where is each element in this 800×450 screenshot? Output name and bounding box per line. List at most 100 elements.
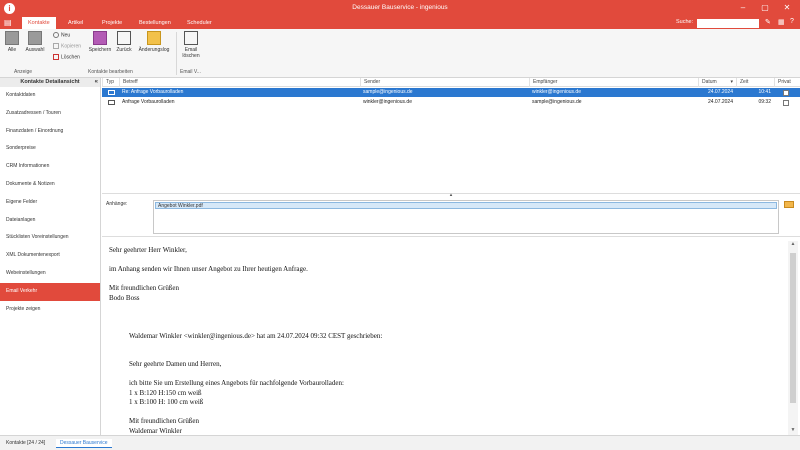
sidebar-item-finanzdaten[interactable]: Finanzdaten / Einordnung <box>0 123 100 141</box>
sidebar-item-eigene-felder[interactable]: Eigene Felder <box>0 194 100 212</box>
quote-header: Waldemar Winkler <winkler@ingenious.de> … <box>129 331 383 340</box>
window-title: Dessauer Bauservice - ingenious <box>352 4 448 11</box>
email-row[interactable]: Anfrage Vorbaurolladen winkler@ingenious… <box>102 98 800 107</box>
email-row[interactable]: Re: Anfrage Vorbaurolladen sample@ingeni… <box>102 88 800 97</box>
sidebar-item-crm[interactable]: CRM Informationen <box>0 158 100 176</box>
quote-line: ich bitte Sie um Erstellung eines Angebo… <box>129 379 344 387</box>
column-sender[interactable]: Sender <box>360 78 529 87</box>
column-empfaenger[interactable]: Empfänger <box>529 78 698 87</box>
privat-checkbox[interactable] <box>783 89 789 96</box>
auswahl-button[interactable]: Auswahl <box>24 31 46 53</box>
sort-desc-icon: ▾ <box>730 79 733 85</box>
alle-label: Alle <box>7 47 17 53</box>
quote-line: Mit freundlichen Grüßen <box>129 417 199 425</box>
help-icon[interactable]: ? <box>790 18 794 25</box>
sidebar-item-dokumente[interactable]: Dokumente & Notizen <box>0 176 100 194</box>
sidebar-item-kontaktdaten[interactable]: Kontaktdaten <box>0 87 100 105</box>
email-content: Sehr geehrter Herr Winkler, im Anhang se… <box>109 246 779 435</box>
maximize-button[interactable]: ▢ <box>758 3 772 12</box>
layout-icon[interactable]: ▦ <box>778 18 785 26</box>
email-icon <box>108 100 115 105</box>
speichern-button[interactable]: Speichern <box>88 31 112 53</box>
zurueck-button[interactable]: Zurück <box>114 31 134 53</box>
column-zeit[interactable]: Zeit <box>736 78 774 87</box>
email-subject: Anfrage Vorbaurolladen <box>122 99 175 105</box>
mail-line: Bodo Boss <box>109 293 140 302</box>
minimize-button[interactable]: – <box>736 3 750 12</box>
status-tab[interactable]: Dessauer Bauservice <box>56 439 112 448</box>
loeschen-label: Löschen <box>61 54 80 61</box>
scroll-down-icon[interactable]: ▼ <box>788 427 798 435</box>
sidebar-item-webeinstellungen[interactable]: Webeinstellungen <box>0 265 100 283</box>
group-anzeige-label: Anzeige <box>14 69 33 75</box>
search-label: Suche: <box>676 19 694 25</box>
quote-line: Sehr geehrte Damen und Herren, <box>129 360 222 368</box>
status-kontakte[interactable]: Kontakte [24 / 24] <box>2 439 49 448</box>
delete-icon <box>53 54 59 60</box>
email-sender: sample@ingenious.de <box>363 89 413 95</box>
email-loeschen-button[interactable]: Email löschen <box>180 31 202 59</box>
attachments-list: Angebot Winkler.pdf <box>153 200 779 234</box>
auswahl-label: Auswahl <box>25 47 45 53</box>
scroll-thumb[interactable] <box>790 253 796 403</box>
splitter-handle[interactable]: ▴ <box>102 193 800 198</box>
email-scrollbar[interactable]: ▲ ▼ <box>788 241 798 435</box>
search-input[interactable] <box>697 18 759 28</box>
email-sender: winkler@ingenious.de <box>363 99 412 105</box>
attachment-item[interactable]: Angebot Winkler.pdf <box>155 202 777 209</box>
column-datum[interactable]: Datum ▾ <box>698 78 736 87</box>
tab-kontakte[interactable]: Kontakte <box>22 17 56 29</box>
sidebar-header: Kontakte Detailansicht « <box>0 78 100 87</box>
zurueck-label: Zurück <box>116 47 132 53</box>
sidebar-item-xml-export[interactable]: XML Dokumentenexport <box>0 247 100 265</box>
column-betreff[interactable]: Betreff <box>119 78 360 87</box>
tab-scheduler[interactable]: Scheduler <box>181 17 218 29</box>
mail-line: im Anhang senden wir Ihnen unser Angebot… <box>109 265 308 273</box>
column-typ[interactable]: Typ <box>102 78 119 87</box>
email-list-header: Typ Betreff Sender Empfänger Datum ▾ Zei… <box>102 78 800 87</box>
alle-button[interactable]: Alle <box>4 31 20 53</box>
sidebar-item-dateianlagen[interactable]: Dateianlagen <box>0 212 100 230</box>
email-date: 24.07.2024 <box>707 99 733 105</box>
folder-icon[interactable] <box>784 201 794 208</box>
loeschen-button[interactable]: Löschen <box>53 54 80 60</box>
email-loeschen-label-2: löschen <box>182 53 200 59</box>
privat-checkbox[interactable] <box>783 99 789 106</box>
quote-line: Waldemar Winkler <box>129 426 182 435</box>
quote-line: 1 x B:120 H:150 cm weiß <box>129 388 202 397</box>
tab-bestellungen[interactable]: Bestellungen <box>133 17 177 29</box>
scroll-up-icon[interactable]: ▲ <box>788 241 798 249</box>
sidebar-item-zusatzadressen[interactable]: Zusatzadressen / Touren <box>0 105 100 123</box>
close-button[interactable]: ✕ <box>780 3 794 12</box>
sidebar-item-email-verkehr[interactable]: Email Verkehr <box>0 282 100 301</box>
title-bar: i Dessauer Bauservice - ingenious – ▢ ✕ <box>0 0 800 17</box>
email-time: 10:41 <box>758 89 771 95</box>
kopieren-label: Kopieren <box>61 43 82 50</box>
aenderungslog-button[interactable]: Änderungslog <box>136 31 172 53</box>
settings-icon[interactable]: ✎ <box>765 18 771 26</box>
tab-projekte[interactable]: Projekte <box>96 17 128 29</box>
app-menu-icon[interactable]: ▤ <box>4 18 12 27</box>
collapse-icon[interactable]: « <box>95 78 98 87</box>
neu-label: Neu <box>61 32 71 39</box>
neu-button[interactable]: Neu <box>53 32 70 38</box>
quote-line: 1 x B:100 H: 100 cm weiß <box>129 398 204 406</box>
attachments-panel: Anhänge: Angebot Winkler.pdf <box>102 197 800 237</box>
aenderungslog-label: Änderungslog <box>138 47 170 53</box>
kopieren-button[interactable]: Kopieren <box>53 43 81 49</box>
column-privat[interactable]: Privat <box>774 78 800 87</box>
tab-artikel[interactable]: Artikel <box>62 17 89 29</box>
email-time: 09:32 <box>758 99 771 105</box>
sidebar-item-projekte[interactable]: Projekte zeigen <box>0 301 100 319</box>
mail-line: Sehr geehrter Herr Winkler, <box>109 246 187 254</box>
sidebar-item-stuecklisten[interactable]: Stücklisten Voreinstellungen <box>0 229 100 247</box>
email-subject: Re: Anfrage Vorbaurolladen <box>122 89 184 95</box>
email-body: Sehr geehrter Herr Winkler, im Anhang se… <box>102 238 800 435</box>
list-icon <box>28 31 42 45</box>
sidebar-title: Kontakte Detailansicht <box>20 79 80 85</box>
sidebar-item-sonderpreise[interactable]: Sonderpreise <box>0 140 100 158</box>
email-delete-icon <box>184 31 198 45</box>
copy-icon <box>53 43 59 49</box>
email-recipient: winkler@ingenious.de <box>532 89 581 95</box>
ribbon-tab-bar: ▤ Kontakte Artikel Projekte Bestellungen… <box>0 17 800 29</box>
